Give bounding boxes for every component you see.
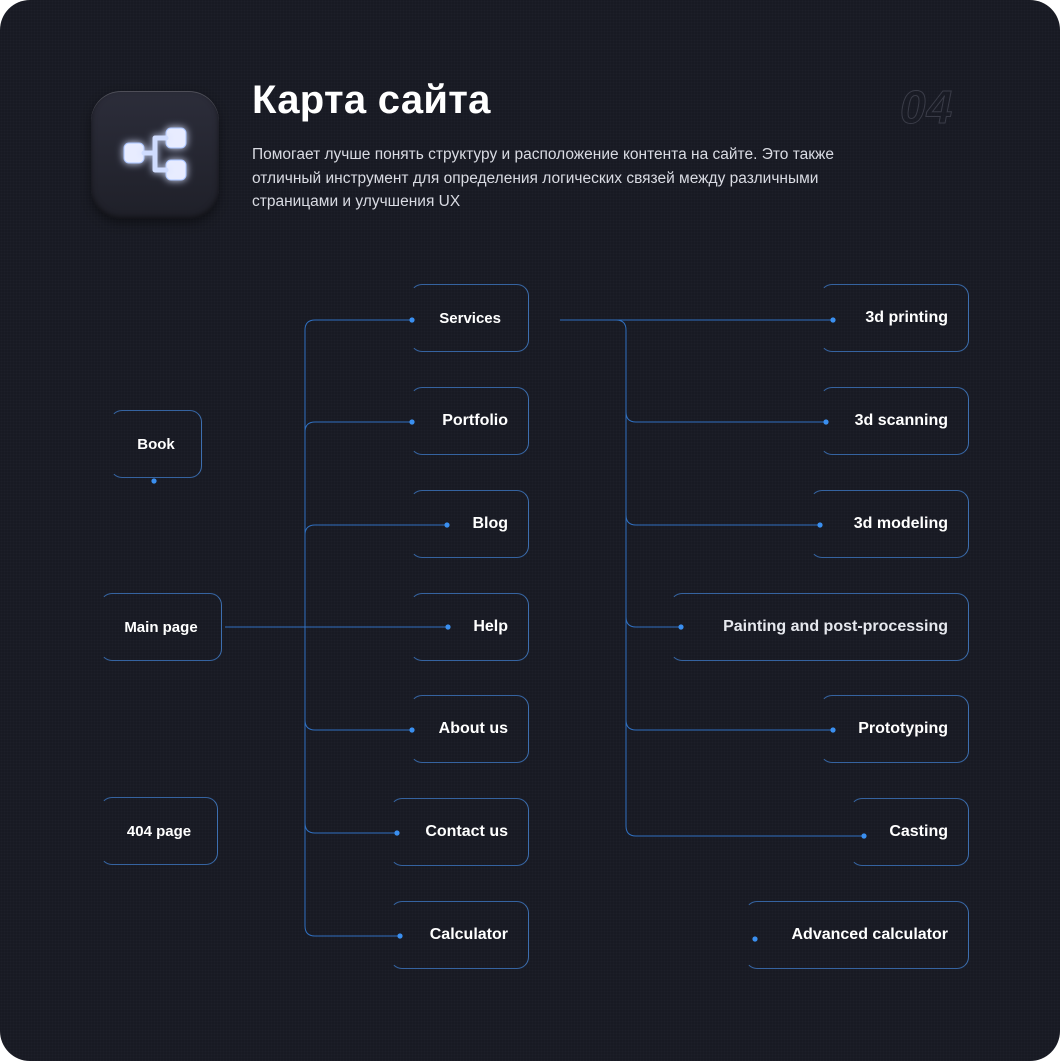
node-portfolio[interactable]: Portfolio: [410, 387, 529, 455]
node-3d-printing-label: 3d printing: [865, 309, 948, 326]
edge-about: [304, 719, 412, 731]
node-book-label: Book: [137, 435, 175, 453]
node-services[interactable]: Services: [410, 284, 529, 352]
node-calculator-label: Calculator: [429, 926, 508, 943]
node-calculator[interactable]: Calculator: [390, 901, 529, 969]
edge-branch-start: [615, 319, 627, 331]
node-prototyping-label: Prototyping: [858, 720, 948, 737]
edge-scanning: [625, 411, 826, 423]
node-services-label: Services: [439, 309, 501, 327]
node-casting[interactable]: Casting: [850, 798, 969, 866]
node-painting[interactable]: Painting and post-processing: [670, 593, 969, 661]
node-404-page-label: 404 page: [126, 822, 192, 840]
node-prototyping[interactable]: Prototyping: [820, 695, 969, 763]
node-advanced-calculator-label: Advanced calculator: [791, 926, 949, 943]
node-casting-label: Casting: [889, 823, 948, 840]
edge-contact: [304, 822, 397, 834]
node-3d-modeling-label: 3d modeling: [853, 515, 948, 532]
node-contact-us[interactable]: Contact us: [390, 798, 529, 866]
edge-prototyping: [625, 719, 833, 731]
node-404-page[interactable]: 404 page: [100, 797, 218, 865]
node-3d-printing[interactable]: 3d printing: [820, 284, 969, 352]
node-blog[interactable]: Blog: [410, 490, 529, 558]
edge-modeling: [625, 514, 820, 526]
node-blog-label: Blog: [472, 515, 508, 532]
node-book[interactable]: Book: [110, 410, 202, 478]
node-help[interactable]: Help: [410, 593, 529, 661]
edge-portfolio: [304, 421, 412, 433]
edge-calculator: [304, 925, 400, 937]
node-help-label: Help: [473, 618, 508, 635]
sitemap-card: Карта сайта Помогает лучше понять структ…: [0, 0, 1060, 1061]
node-3d-modeling[interactable]: 3d modeling: [810, 490, 969, 558]
node-3d-scanning[interactable]: 3d scanning: [820, 387, 969, 455]
node-main-page-label: Main page: [124, 618, 198, 636]
edge-casting: [625, 825, 864, 837]
node-painting-label: Painting and post-processing: [723, 618, 948, 635]
node-about-us-label: About us: [438, 720, 508, 737]
node-main-page[interactable]: Main page: [100, 593, 222, 661]
edge-services: [304, 319, 412, 331]
node-about-us[interactable]: About us: [410, 695, 529, 763]
node-portfolio-label: Portfolio: [442, 412, 508, 429]
node-advanced-calculator[interactable]: Advanced calculator: [745, 901, 969, 969]
node-3d-scanning-label: 3d scanning: [854, 412, 948, 429]
node-contact-us-label: Contact us: [425, 823, 508, 840]
